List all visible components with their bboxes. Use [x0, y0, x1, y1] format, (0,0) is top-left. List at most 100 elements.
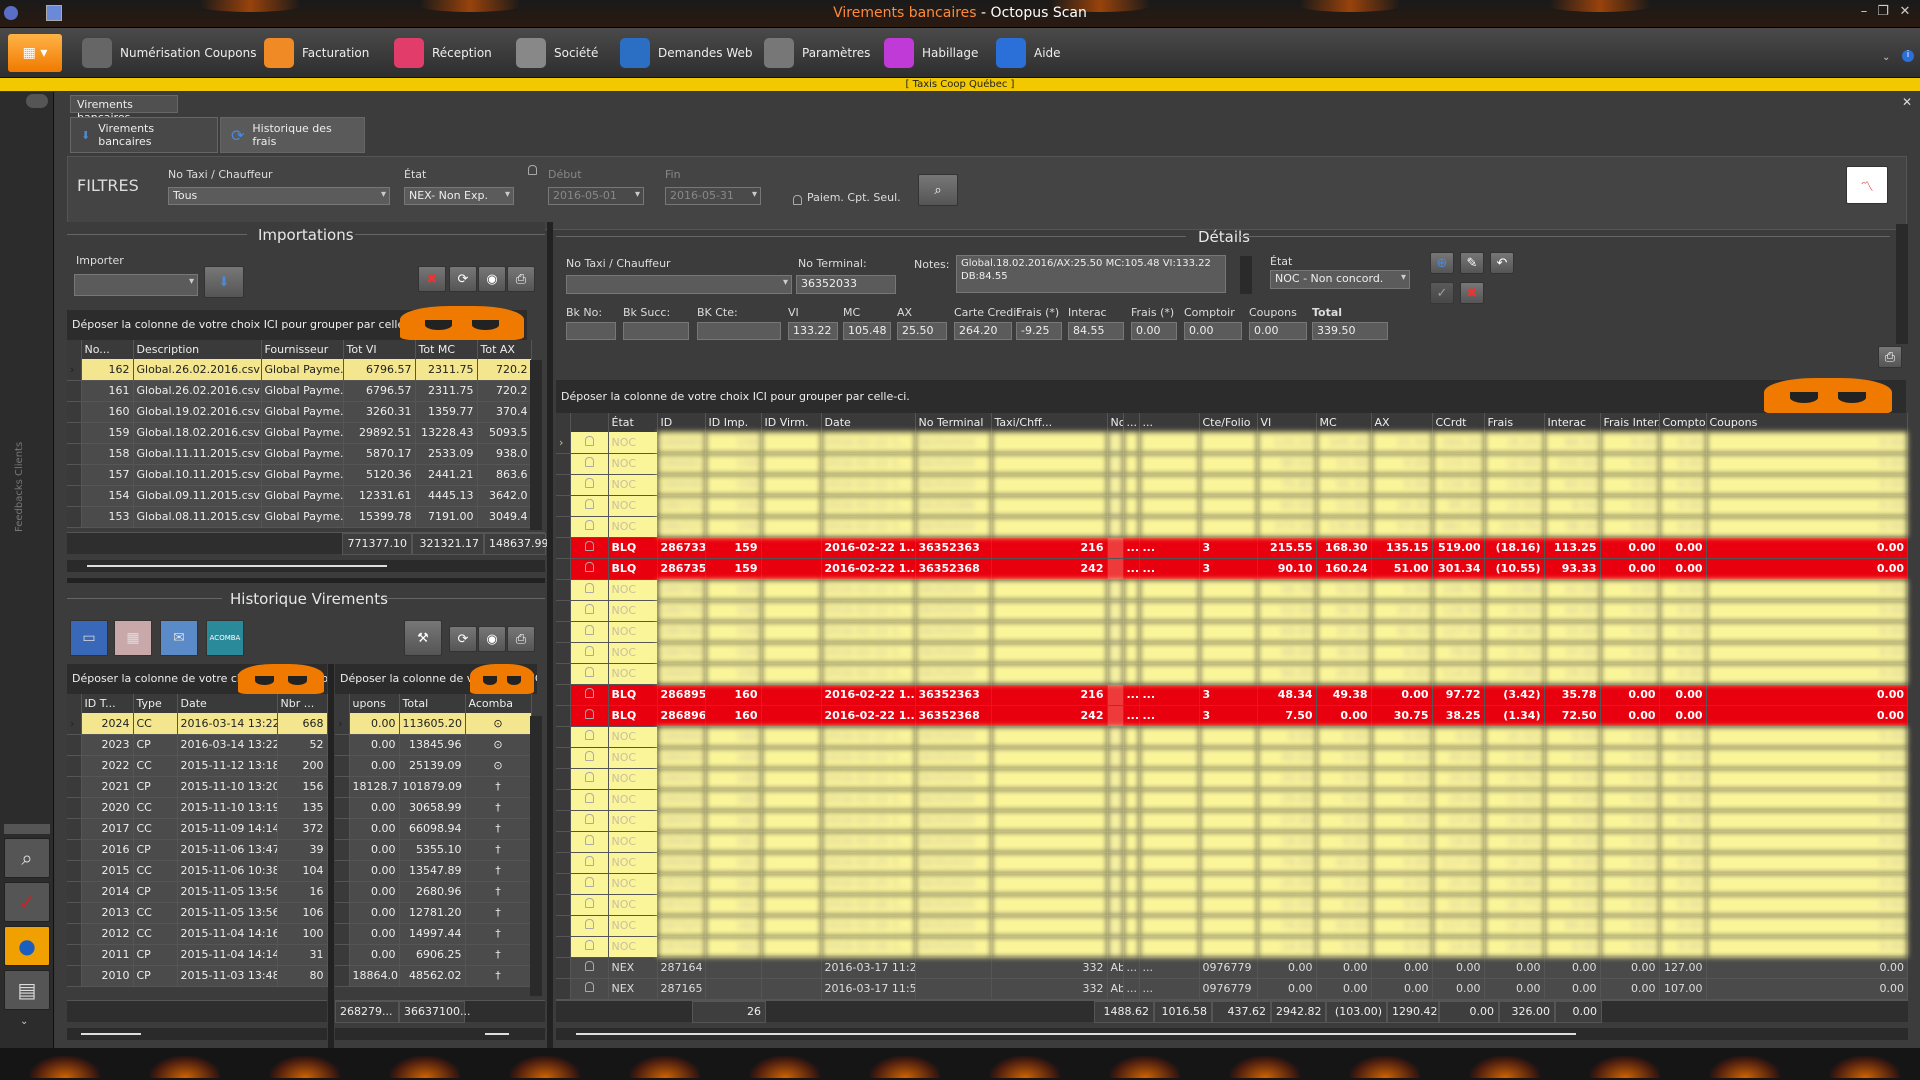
details-terminal-field[interactable]: 36352033	[796, 275, 896, 294]
row-lock-cell[interactable]	[570, 957, 609, 979]
detail-field-input[interactable]: 105.48	[843, 322, 891, 340]
column-header[interactable]: Cte/Folio	[1199, 413, 1258, 432]
column-header[interactable]: Frais	[1484, 413, 1545, 432]
chevron-down-icon[interactable]: ⌄	[1882, 52, 1890, 63]
acomba-cell[interactable]: †	[465, 797, 532, 819]
search-binoculars-button[interactable]: ⌕	[918, 174, 958, 206]
acomba-cell[interactable]: †	[465, 860, 532, 882]
details-taxi-select[interactable]: ▾	[566, 275, 792, 294]
detail-field-input[interactable]: 0.00	[1249, 322, 1307, 340]
row-lock-cell[interactable]	[570, 831, 609, 853]
notes-scrollbar[interactable]	[1240, 256, 1252, 294]
table-row[interactable]: 2020 CC 2015-11-10 13:19 135	[67, 797, 328, 819]
grid-row[interactable]: NOC 286780 159 2016-02-22 1... 36352033 69.65…	[556, 621, 1908, 643]
grid-row[interactable]: NOC 286960 161 2016-02-25 1... 36352033 18.00…	[556, 831, 1908, 853]
table-row[interactable]: › 2024 CC 2016-03-14 13:22 668	[67, 713, 328, 735]
refresh-import-button[interactable]: ⟳	[449, 266, 477, 292]
row-lock-cell[interactable]	[570, 600, 609, 622]
paiem-lock-icon[interactable]	[793, 190, 802, 209]
add-button[interactable]: ⊕	[1430, 252, 1454, 274]
table-row[interactable]: 0.00 25139.09 ⊙	[335, 755, 532, 777]
detail-field-input[interactable]	[697, 322, 781, 340]
detail-field-input[interactable]: -9.25	[1016, 322, 1062, 340]
row-lock-cell[interactable]	[570, 894, 609, 916]
grid-row[interactable]: › NOC 286680 158 2016-02-22 1... 36352033 133.…	[556, 432, 1908, 454]
grid-row[interactable]: NOC 286805 159 2016-02-22 1... 36352033 94.00…	[556, 663, 1908, 685]
table-row[interactable]: 0.00 13547.89 †	[335, 860, 532, 882]
column-header[interactable]: ...	[1139, 413, 1200, 432]
row-lock-cell[interactable]	[570, 516, 609, 538]
table-row[interactable]: 2010 CP 2015-11-03 13:48 80	[67, 965, 328, 987]
table-row[interactable]: 2017 CC 2015-11-09 14:14 372	[67, 818, 328, 840]
menu-item-reception[interactable]: Réception	[394, 36, 492, 70]
table-row[interactable]: 0.00 30658.99 †	[335, 797, 532, 819]
debut-date-field[interactable]: 2016-05-01 ▾	[548, 187, 644, 205]
column-header[interactable]: Nom	[1107, 413, 1124, 432]
detail-field-input[interactable]: 0.00	[1184, 322, 1242, 340]
grid-row[interactable]: NOC 287025 162 2016-02-26 1... 36352033 74.00…	[556, 915, 1908, 937]
print-hist-button[interactable]: ⎙	[507, 626, 535, 652]
column-header[interactable]: Tot AX	[477, 340, 532, 359]
print-import-button[interactable]: ⎙	[507, 266, 535, 292]
tab-virements-bancaires-outer[interactable]: Virements bancaires	[70, 95, 178, 124]
edit-button[interactable]: ✎	[1460, 252, 1484, 274]
column-header[interactable]: No...	[81, 340, 134, 359]
row-lock-cell[interactable]	[570, 726, 609, 748]
tab-virements-bancaires[interactable]: ⬇ Virements bancaires	[70, 117, 218, 153]
grid-row[interactable]: NOC 286980 161 2016-02-25 1... 36352033 74.00…	[556, 852, 1908, 874]
table-row[interactable]: 160 Global.19.02.2016.csv Global Payme... 3…	[67, 401, 532, 423]
etat-filter-select[interactable]: NEX- Non Exp. ▾	[404, 187, 514, 205]
detail-field-input[interactable]: 264.20	[954, 322, 1012, 340]
table-row[interactable]: 0.00 66098.94 †	[335, 818, 532, 840]
column-header[interactable]: Fournisseur	[261, 340, 344, 359]
column-header[interactable]: Coupons	[1706, 413, 1908, 432]
grid-row[interactable]: NOC 287010 162 2016-02-26 1... 36352033 22.00…	[556, 894, 1908, 916]
close-tab-icon[interactable]: ✕	[1902, 95, 1912, 109]
table-row[interactable]: 18128.73101879.09 †	[335, 776, 532, 798]
details-vertical-scrollbar[interactable]	[1896, 224, 1908, 344]
table-row[interactable]: 0.00 6906.25 †	[335, 944, 532, 966]
grid-group-hint[interactable]: Déposer la colonne de votre choix ICI po…	[556, 380, 1906, 414]
column-header[interactable]: Nbr ...	[277, 694, 328, 713]
acomba-cell[interactable]: ⊙	[465, 755, 532, 777]
import-vertical-scrollbar[interactable]	[530, 360, 542, 530]
taxi-filter-select[interactable]: Tous ▾	[168, 187, 390, 205]
detail-field-input[interactable]	[623, 322, 689, 340]
feedback-clients-label[interactable]: Feedbacks Clients	[14, 442, 25, 532]
close-window-button[interactable]: ✕	[1894, 4, 1916, 22]
table-row[interactable]: 2011 CP 2015-11-04 14:14 31	[67, 944, 328, 966]
acomba-cell[interactable]: †	[465, 965, 532, 987]
tools-button[interactable]: ⚒	[404, 620, 442, 656]
acomba-cell[interactable]: †	[465, 881, 532, 903]
import-horizontal-scrollbar[interactable]	[67, 560, 545, 572]
table-row[interactable]: 2023 CP 2016-03-14 13:22 52	[67, 734, 328, 756]
grid-row[interactable]: NOC 287000 161 2016-02-25 1... 36352033 25.00…	[556, 873, 1908, 895]
column-header[interactable]: ...	[1123, 413, 1140, 432]
hist-vertical-scrollbar[interactable]	[530, 716, 542, 996]
grid-row[interactable]: NOC 286955 161 2016-02-25 1... 36352033 23.40…	[556, 810, 1908, 832]
column-header[interactable]: Type	[133, 694, 178, 713]
column-header[interactable]: upons	[349, 694, 400, 713]
info-icon[interactable]: i	[1902, 50, 1914, 62]
cancel-details-button[interactable]: ✖	[1460, 282, 1484, 304]
checklist-button[interactable]: ✓	[4, 882, 50, 922]
row-lock-cell[interactable]	[570, 579, 609, 601]
acomba-cell[interactable]: †	[465, 776, 532, 798]
detail-field-input[interactable]: 25.50	[897, 322, 947, 340]
row-lock-cell[interactable]	[570, 873, 609, 895]
acomba-button[interactable]: ACOMBA	[206, 620, 244, 656]
column-header[interactable]: Date	[821, 413, 916, 432]
column-header[interactable]: ID Imp.	[705, 413, 762, 432]
column-header[interactable]: No Terminal	[915, 413, 992, 432]
row-lock-cell[interactable]	[570, 705, 609, 727]
detail-field-input[interactable]: 133.22	[788, 322, 838, 340]
row-lock-cell[interactable]	[570, 558, 609, 580]
menu-item-tools[interactable]: Paramètres	[764, 36, 870, 70]
menu-item-scanner[interactable]: Numérisation Coupons	[82, 36, 256, 70]
acomba-cell[interactable]: ⊙	[465, 734, 532, 756]
grid-row[interactable]: NEX287165 2016-03-17 11:58 332Abdallah Hom…	[556, 978, 1908, 1000]
menu-item-globe[interactable]: Demandes Web	[620, 36, 753, 70]
globe-button[interactable]: ●	[4, 926, 50, 966]
row-lock-cell[interactable]	[570, 642, 609, 664]
table-row[interactable]: 2022 CC 2015-11-12 13:18 200	[67, 755, 328, 777]
